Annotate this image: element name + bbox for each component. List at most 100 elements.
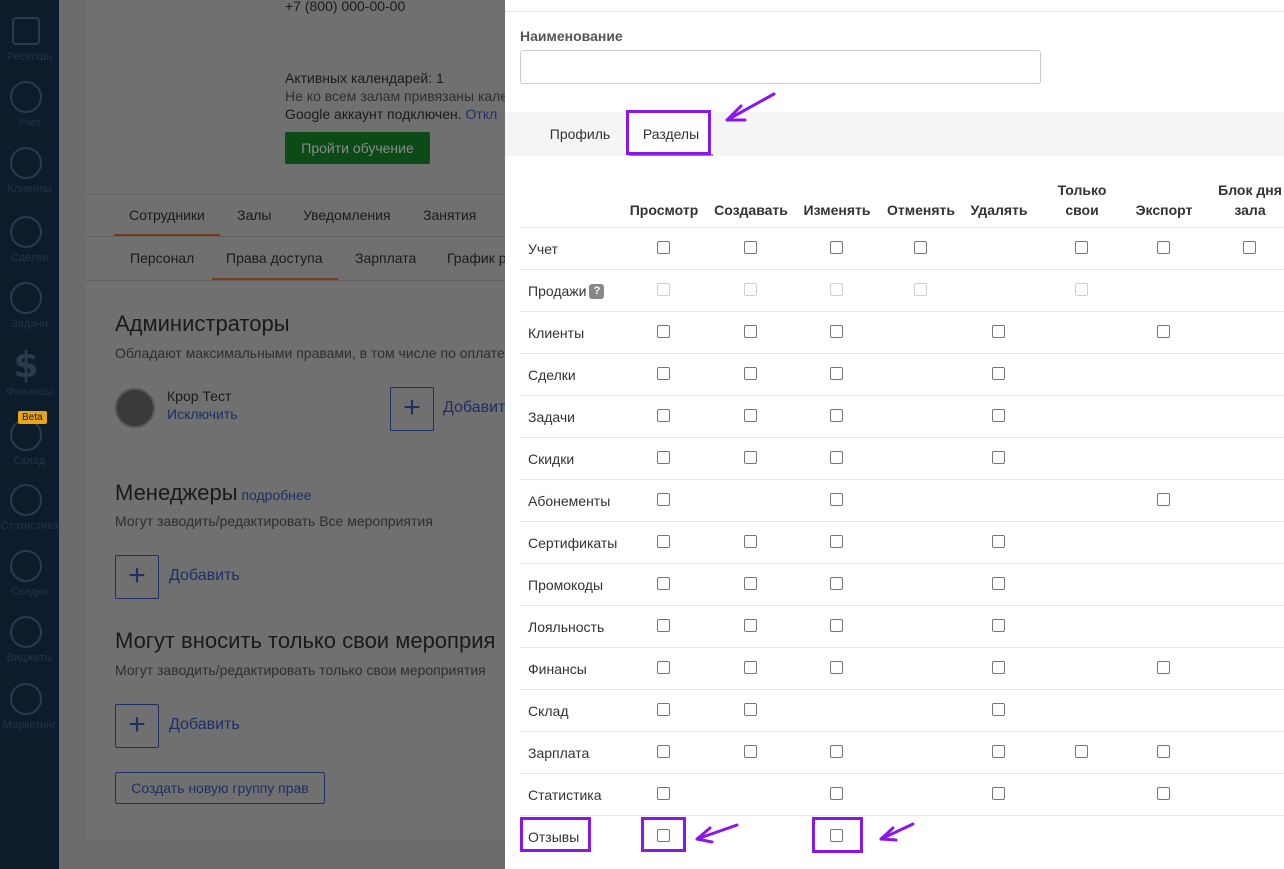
- permission-checkbox[interactable]: [992, 787, 1005, 800]
- permission-checkbox[interactable]: [657, 745, 670, 758]
- table-row: Продажи?: [520, 269, 1284, 311]
- permission-checkbox[interactable]: [830, 619, 843, 632]
- add-manager-label[interactable]: Добавить: [169, 567, 240, 585]
- permission-checkbox[interactable]: [992, 703, 1005, 716]
- sidebar-item-3[interactable]: Сделки: [0, 216, 59, 276]
- permission-checkbox[interactable]: [657, 661, 670, 674]
- help-icon[interactable]: ?: [589, 283, 605, 299]
- permission-checkbox[interactable]: [744, 577, 757, 590]
- permission-checkbox[interactable]: [744, 745, 757, 758]
- permission-checkbox[interactable]: [830, 325, 843, 338]
- permission-checkbox[interactable]: [657, 619, 670, 632]
- permission-checkbox[interactable]: [657, 577, 670, 590]
- sub-tab-2[interactable]: Зарплата: [355, 250, 416, 266]
- permission-checkbox[interactable]: [657, 451, 670, 464]
- sidebar-item-10[interactable]: Маркетинг: [0, 683, 59, 743]
- tab-profile[interactable]: Профиль: [535, 112, 625, 156]
- add-admin-button[interactable]: +: [390, 387, 434, 431]
- permission-checkbox[interactable]: [830, 787, 843, 800]
- add-own-events-label[interactable]: Добавить: [169, 716, 240, 734]
- sidebar-item-9[interactable]: Виджеты: [0, 616, 59, 676]
- add-own-events-button[interactable]: +: [115, 704, 159, 748]
- permission-checkbox[interactable]: [1157, 745, 1170, 758]
- permission-checkbox[interactable]: [744, 325, 757, 338]
- row-label-text: Абонементы: [528, 493, 611, 509]
- permission-checkbox[interactable]: [830, 241, 843, 254]
- permission-checkbox[interactable]: [992, 535, 1005, 548]
- permission-checkbox[interactable]: [1075, 745, 1088, 758]
- permission-checkbox[interactable]: [992, 577, 1005, 590]
- row-label-text: Учет: [528, 241, 558, 257]
- main-tab-1[interactable]: Залы: [237, 207, 271, 223]
- permission-checkbox[interactable]: [744, 241, 757, 254]
- permission-checkbox[interactable]: [830, 451, 843, 464]
- sub-tab-3[interactable]: График р: [447, 250, 505, 266]
- permission-checkbox[interactable]: [992, 661, 1005, 674]
- permission-checkbox[interactable]: [657, 703, 670, 716]
- managers-more-link[interactable]: подробнее: [241, 487, 311, 503]
- permission-checkbox[interactable]: [744, 703, 757, 716]
- permission-checkbox[interactable]: [1157, 787, 1170, 800]
- permission-checkbox[interactable]: [1075, 241, 1088, 254]
- create-group-button[interactable]: Создать новую группу прав: [115, 772, 325, 804]
- permission-checkbox[interactable]: [657, 409, 670, 422]
- name-input[interactable]: [520, 50, 1041, 84]
- permission-checkbox[interactable]: [657, 535, 670, 548]
- permission-checkbox[interactable]: [992, 325, 1005, 338]
- permission-checkbox[interactable]: [1157, 493, 1170, 506]
- sidebar-item-0[interactable]: Ресепшн: [0, 15, 59, 75]
- handshake-icon: [10, 216, 42, 248]
- permission-checkbox[interactable]: [744, 409, 757, 422]
- permission-checkbox[interactable]: [992, 451, 1005, 464]
- permission-checkbox[interactable]: [830, 577, 843, 590]
- sub-tab-0[interactable]: Персонал: [130, 250, 194, 266]
- avatar: [115, 388, 155, 428]
- main-tab-3[interactable]: Занятия: [423, 207, 476, 223]
- google-disconnect-link[interactable]: Откл: [466, 106, 498, 122]
- permission-checkbox[interactable]: [744, 661, 757, 674]
- permission-checkbox[interactable]: [744, 535, 757, 548]
- permission-checkbox[interactable]: [657, 325, 670, 338]
- permission-checkbox[interactable]: [830, 409, 843, 422]
- permission-checkbox[interactable]: [657, 367, 670, 380]
- sidebar-item-7[interactable]: Статистика: [0, 484, 59, 544]
- sidebar-item-8[interactable]: Скидки: [0, 550, 59, 610]
- permission-checkbox[interactable]: [830, 367, 843, 380]
- permission-checkbox[interactable]: [830, 745, 843, 758]
- permission-checkbox[interactable]: [744, 367, 757, 380]
- main-sidebar: Ресепшн Учет Клиенты Сделки Задачи $ Финансы Ск…: [0, 0, 59, 869]
- admin-exclude-link[interactable]: Исключить: [167, 406, 238, 422]
- sub-tab-1[interactable]: Права доступа: [226, 250, 322, 266]
- sidebar-item-5[interactable]: $ Финансы: [0, 348, 59, 410]
- divider: [505, 11, 1284, 12]
- permission-checkbox[interactable]: [744, 619, 757, 632]
- permission-checkbox[interactable]: [1157, 661, 1170, 674]
- permission-checkbox[interactable]: [1157, 241, 1170, 254]
- permission-checkbox[interactable]: [992, 619, 1005, 632]
- permission-checkbox[interactable]: [992, 745, 1005, 758]
- main-tab-0[interactable]: Сотрудники: [129, 207, 205, 223]
- sidebar-item-6[interactable]: Склад Beta: [0, 411, 59, 479]
- permission-checkbox[interactable]: [992, 409, 1005, 422]
- sidebar-item-4[interactable]: Задачи: [0, 282, 59, 342]
- add-admin-label[interactable]: Добавить: [443, 399, 505, 417]
- permission-checkbox[interactable]: [657, 241, 670, 254]
- permission-checkbox[interactable]: [1157, 325, 1170, 338]
- permission-checkbox[interactable]: [830, 493, 843, 506]
- sidebar-item-1[interactable]: Учет: [0, 81, 59, 141]
- sidebar-item-2[interactable]: Клиенты: [0, 147, 59, 207]
- add-manager-button[interactable]: +: [115, 555, 159, 599]
- permission-checkbox[interactable]: [744, 451, 757, 464]
- permission-checkbox[interactable]: [1243, 241, 1256, 254]
- permission-checkbox[interactable]: [830, 535, 843, 548]
- permission-checkbox[interactable]: [830, 661, 843, 674]
- permission-checkbox[interactable]: [992, 367, 1005, 380]
- training-button[interactable]: Пройти обучение: [285, 132, 430, 164]
- main-tab-2[interactable]: Уведомления: [303, 207, 391, 223]
- permission-checkbox[interactable]: [657, 787, 670, 800]
- permission-checkbox[interactable]: [657, 493, 670, 506]
- background-page: +7 (800) 000-00-00 Активных календарей: …: [59, 0, 505, 869]
- permission-checkbox[interactable]: [914, 241, 927, 254]
- row-label: Учет: [528, 228, 558, 270]
- column-header: Изменять: [803, 202, 871, 218]
